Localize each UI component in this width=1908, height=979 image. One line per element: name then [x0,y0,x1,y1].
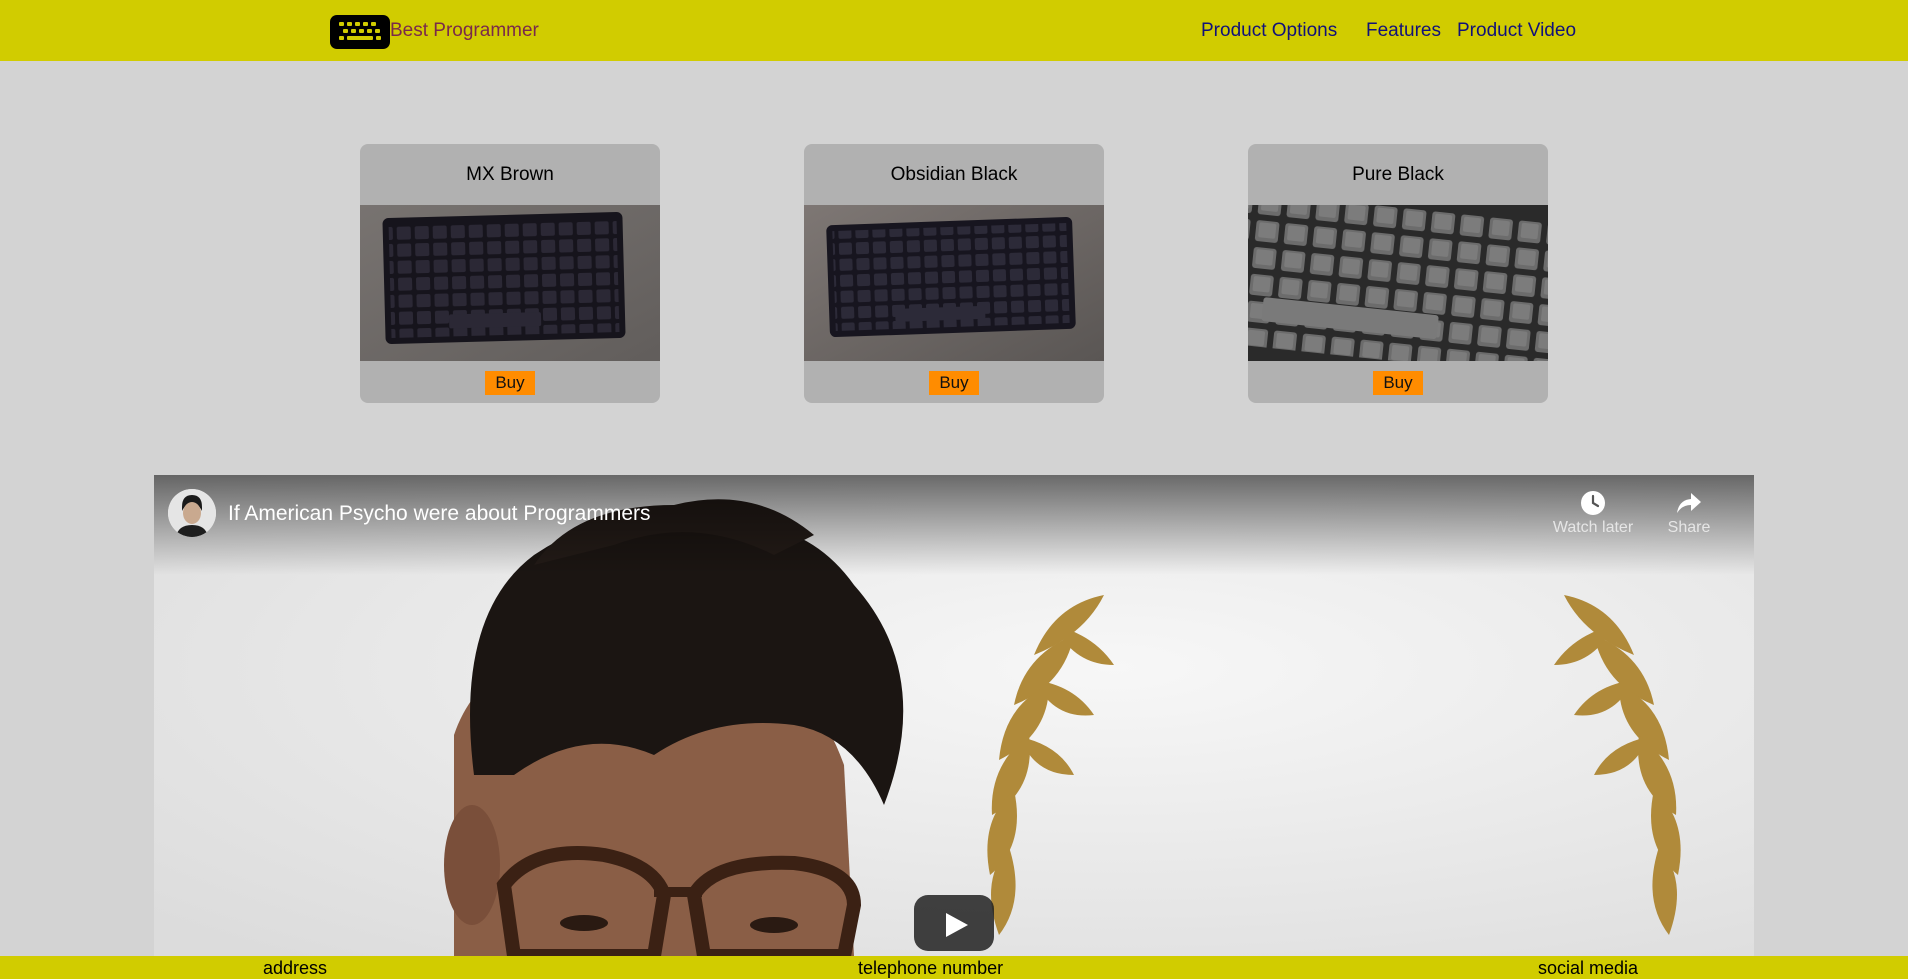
play-icon [946,913,968,937]
nav-product-options[interactable]: Product Options [1201,20,1337,42]
nav-features[interactable]: Features [1366,20,1441,42]
product-card-pure-black: Pure Black Buy [1248,144,1548,403]
footer-telephone: telephone number [858,958,1004,978]
nav-product-video[interactable]: Product Video [1457,20,1576,42]
product-title: Pure Black [1352,164,1444,185]
buy-button[interactable]: Buy [485,371,535,395]
footer-address: address [263,958,328,978]
watch-later-button[interactable]: Watch later [1548,487,1638,537]
keyboard-icon[interactable] [330,15,390,49]
product-title: MX Brown [466,164,554,185]
product-video-player[interactable]: If American Psycho were about Programmer… [154,475,1754,956]
product-image-keyboard [1248,205,1548,361]
top-navbar: Best Programmer Product Options Features… [0,0,1908,61]
brand-name[interactable]: Best Programmer [390,20,539,42]
product-image-keyboard [360,205,660,361]
product-title: Obsidian Black [890,164,1018,185]
footer: address telephone number social media [0,956,1908,979]
footer-social-media: social media [1538,958,1639,978]
video-title[interactable]: If American Psycho were about Programmer… [228,502,651,526]
channel-avatar[interactable] [168,489,216,537]
buy-button[interactable]: Buy [1373,371,1423,395]
buy-button[interactable]: Buy [929,371,979,395]
play-button[interactable] [914,895,994,951]
share-icon [1677,493,1701,513]
product-card-obsidian-black: Obsidian Black Buy [804,144,1104,403]
watch-later-label: Watch later [1552,519,1634,536]
product-card-mx-brown: MX Brown Buy [360,144,660,403]
product-image-keyboard [804,205,1104,361]
clock-icon [1581,491,1605,515]
share-label: Share [1667,519,1711,536]
share-button[interactable]: Share [1654,487,1724,537]
